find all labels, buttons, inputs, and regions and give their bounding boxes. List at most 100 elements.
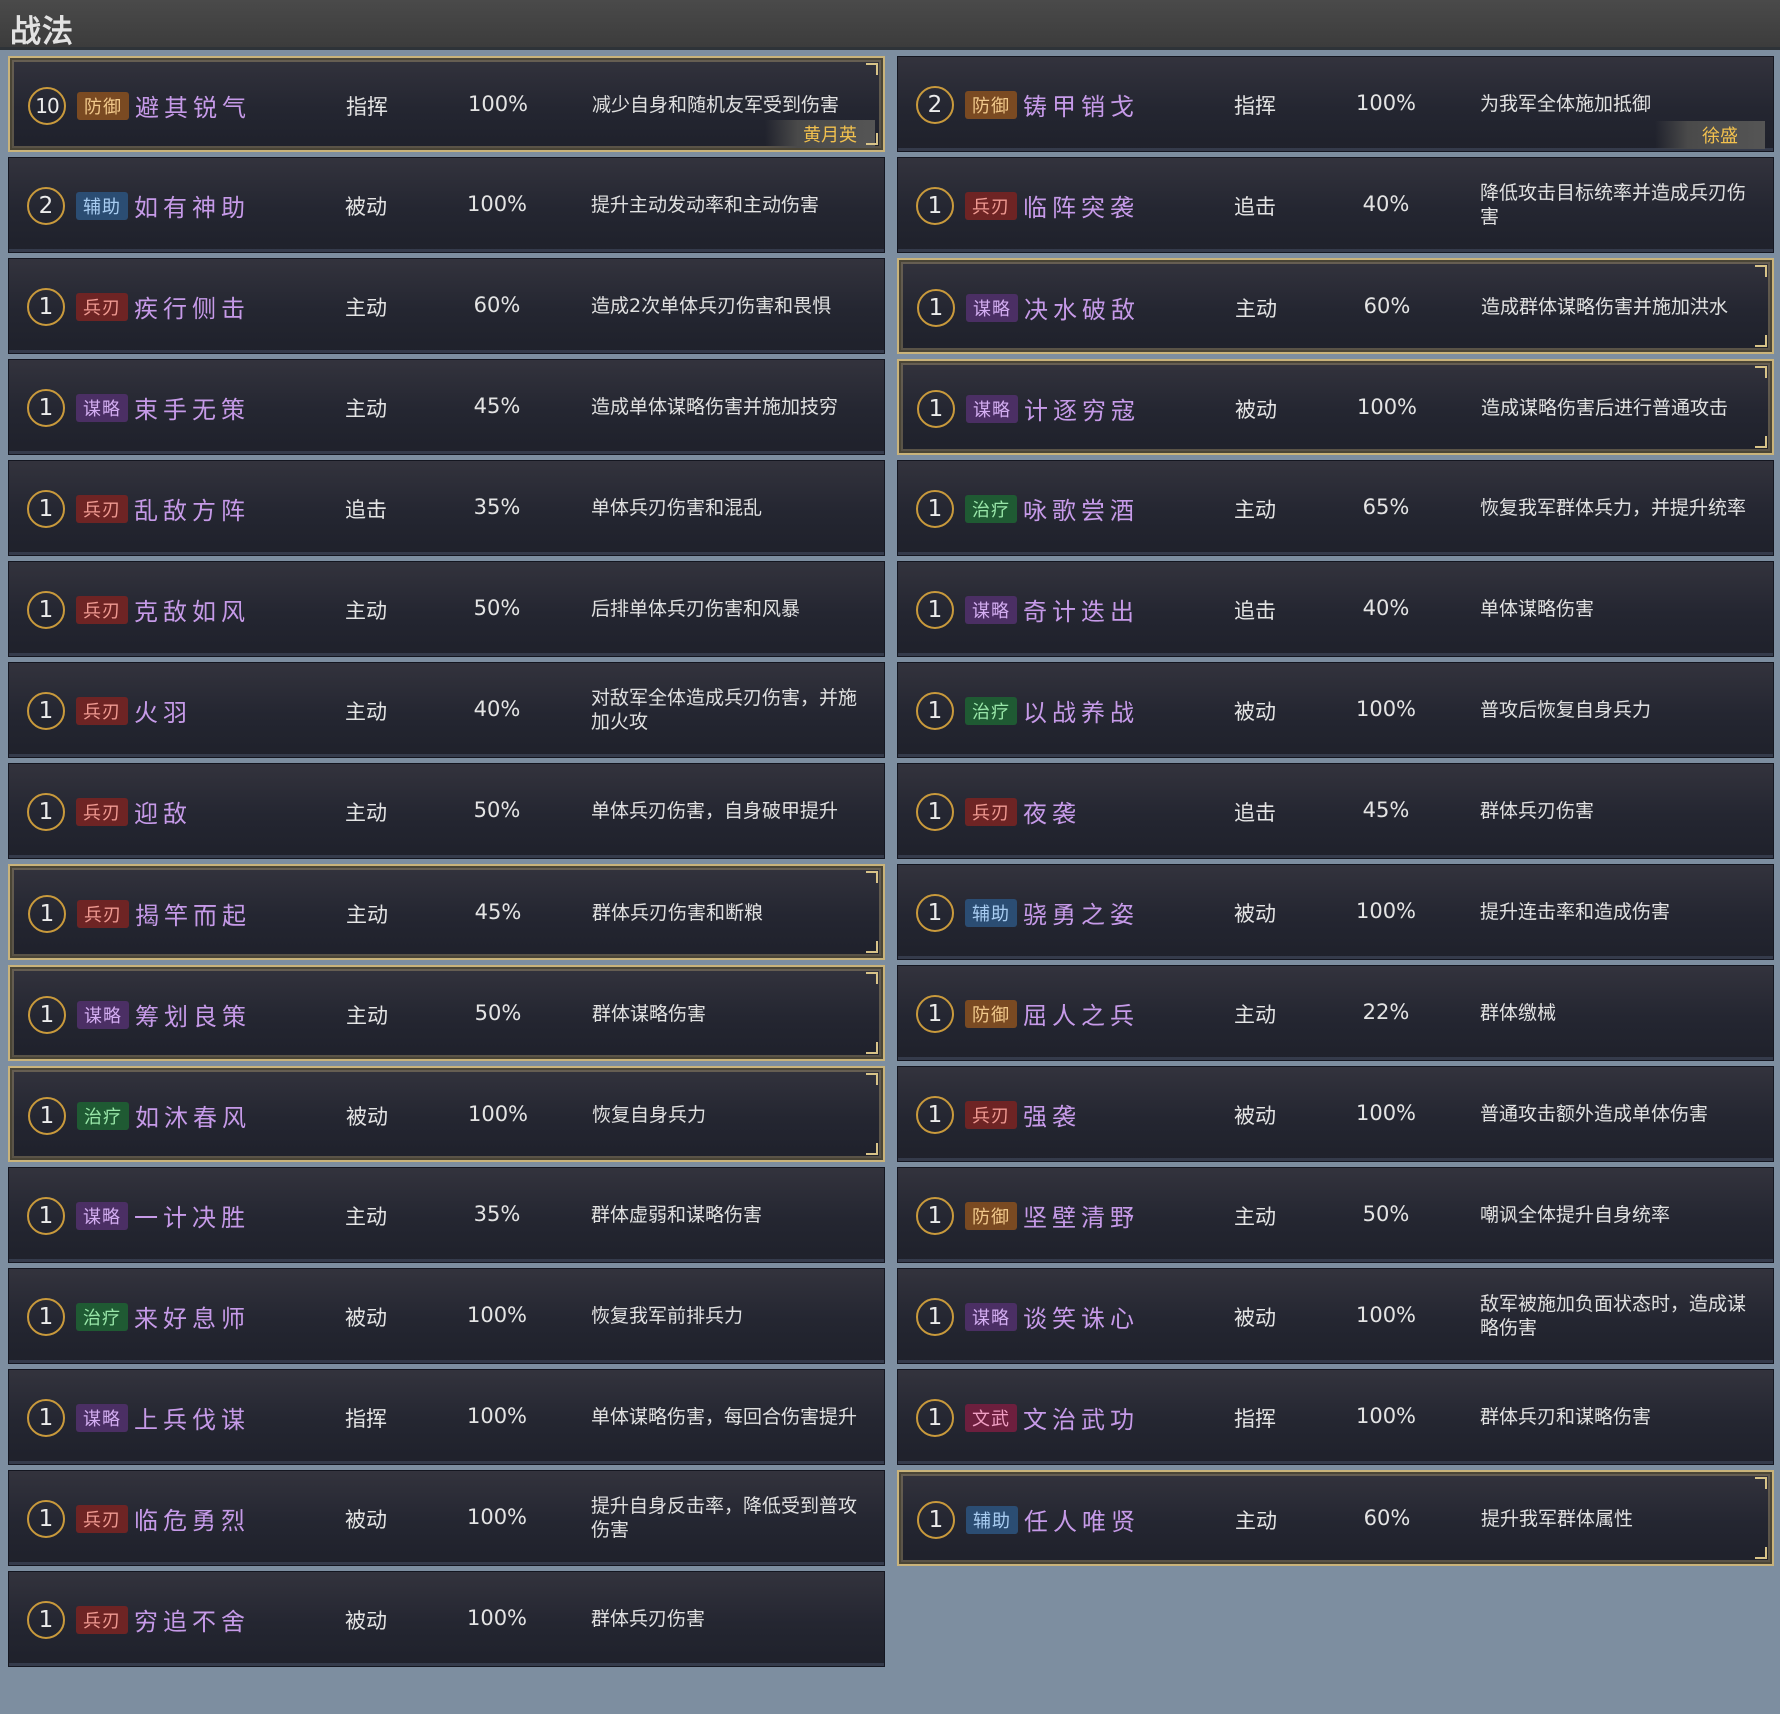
trigger-rate: 100% xyxy=(467,92,529,116)
skill-type: 被动 xyxy=(1234,700,1276,724)
skill-category-tag: 辅助 xyxy=(966,1506,1018,1534)
level-badge: 1 xyxy=(916,1197,954,1235)
trigger-rate: 40% xyxy=(473,697,521,721)
skill-name: 上兵伐谋 xyxy=(134,1406,250,1434)
skill-category-tag: 治疗 xyxy=(77,1102,129,1130)
level-badge: 1 xyxy=(916,490,954,528)
skill-row[interactable]: 1 兵刃 临危勇烈 被动 100% 提升自身反击率，降低受到普攻伤害 xyxy=(8,1470,885,1566)
skill-row[interactable]: 1 谋略 计逐穷寇 被动 100% 造成谋略伤害后进行普通攻击 xyxy=(897,359,1774,455)
skill-type: 主动 xyxy=(1235,297,1277,321)
skill-row[interactable]: 1 兵刃 克敌如风 主动 50% 后排单体兵刃伤害和风暴 xyxy=(8,561,885,657)
skill-row[interactable]: 1 辅助 骁勇之姿 被动 100% 提升连击率和造成伤害 xyxy=(897,864,1774,960)
skill-name: 避其锐气 xyxy=(135,94,251,122)
trigger-rate: 60% xyxy=(1363,1506,1411,1530)
skill-row[interactable]: 1 防御 屈人之兵 主动 22% 群体缴械 xyxy=(897,965,1774,1061)
trigger-rate: 22% xyxy=(1362,1000,1410,1024)
skill-row[interactable]: 1 谋略 决水破敌 主动 60% 造成群体谋略伤害并施加洪水 xyxy=(897,258,1774,354)
skill-description: 群体兵刃和谋略伤害 xyxy=(1480,1406,1652,1428)
level-badge: 1 xyxy=(917,289,955,327)
skill-row[interactable]: 1 兵刃 穷追不舍 被动 100% 群体兵刃伤害 xyxy=(8,1571,885,1667)
trigger-rate: 50% xyxy=(1362,1202,1410,1226)
level-badge: 1 xyxy=(917,1501,955,1539)
skill-category-tag: 谋略 xyxy=(76,1404,128,1432)
skill-type: 追击 xyxy=(1234,599,1276,623)
skill-type: 主动 xyxy=(1234,498,1276,522)
level-badge: 1 xyxy=(916,1096,954,1134)
skill-category-tag: 兵刃 xyxy=(77,900,129,928)
skill-category-tag: 谋略 xyxy=(76,1202,128,1230)
skill-row[interactable]: 1 谋略 上兵伐谋 指挥 100% 单体谋略伤害，每回合伤害提升 xyxy=(8,1369,885,1465)
skill-row[interactable]: 1 谋略 奇计迭出 追击 40% 单体谋略伤害 xyxy=(897,561,1774,657)
skill-row[interactable]: 1 兵刃 强袭 被动 100% 普通攻击额外造成单体伤害 xyxy=(897,1066,1774,1162)
skill-row[interactable]: 1 兵刃 揭竿而起 主动 45% 群体兵刃伤害和断粮 xyxy=(8,864,885,960)
skill-description: 敌军被施加负面状态时，造成谋略伤害 xyxy=(1480,1293,1747,1339)
skill-row[interactable]: 1 兵刃 临阵突袭 追击 40% 降低攻击目标统率并造成兵刃伤害 xyxy=(897,157,1774,253)
skill-row[interactable]: 1 文武 文治武功 指挥 100% 群体兵刃和谋略伤害 xyxy=(897,1369,1774,1465)
skill-description: 群体缴械 xyxy=(1480,1002,1557,1024)
skill-row[interactable]: 1 兵刃 火羽 主动 40% 对敌军全体造成兵刃伤害，并施加火攻 xyxy=(8,662,885,758)
level-badge: 1 xyxy=(916,894,954,932)
skill-category-tag: 谋略 xyxy=(965,1303,1017,1331)
skill-row[interactable]: 1 治疗 咏歌尝酒 主动 65% 恢复我军群体兵力，并提升统率 xyxy=(897,460,1774,556)
skill-name: 决水破敌 xyxy=(1024,296,1140,324)
skill-row[interactable]: 1 谋略 束手无策 主动 45% 造成单体谋略伤害并施加技穷 xyxy=(8,359,885,455)
skill-row[interactable]: 1 辅助 任人唯贤 主动 60% 提升我军群体属性 xyxy=(897,1470,1774,1566)
trigger-rate: 40% xyxy=(1362,596,1410,620)
skill-type: 被动 xyxy=(346,1105,388,1129)
skill-name: 束手无策 xyxy=(134,396,250,424)
skill-row[interactable]: 2 辅助 如有神助 被动 100% 提升主动发动率和主动伤害 xyxy=(8,157,885,253)
skill-row[interactable]: 1 治疗 以战养战 被动 100% 普攻后恢复自身兵力 xyxy=(897,662,1774,758)
skill-category-tag: 兵刃 xyxy=(76,697,128,725)
skill-name: 临危勇烈 xyxy=(134,1507,250,1535)
skill-category-tag: 防御 xyxy=(965,1000,1017,1028)
skill-category-tag: 兵刃 xyxy=(76,798,128,826)
skill-row[interactable]: 1 兵刃 疾行侧击 主动 60% 造成2次单体兵刃伤害和畏惧 xyxy=(8,258,885,354)
skill-name: 谈笑诛心 xyxy=(1023,1305,1139,1333)
trigger-rate: 50% xyxy=(474,1001,522,1025)
level-badge: 1 xyxy=(916,1399,954,1437)
skill-type: 指挥 xyxy=(345,1407,387,1431)
skill-list-right: 2 防御 铸甲销戈 指挥 100% 为我军全体施加抵御 徐盛 1 兵刃 临阵突袭 追击 40% 降低攻击… xyxy=(897,56,1774,1571)
skill-description: 造成单体谋略伤害并施加技穷 xyxy=(591,396,839,418)
skill-description: 单体谋略伤害，每回合伤害提升 xyxy=(591,1406,858,1428)
skill-row[interactable]: 1 治疗 如沐春风 被动 100% 恢复自身兵力 xyxy=(8,1066,885,1162)
level-badge: 1 xyxy=(916,692,954,730)
level-badge: 10 xyxy=(28,87,66,125)
skill-description: 提升自身反击率，降低受到普攻伤害 xyxy=(591,1495,858,1541)
skill-name: 任人唯贤 xyxy=(1024,1508,1140,1536)
skill-row[interactable]: 2 防御 铸甲销戈 指挥 100% 为我军全体施加抵御 徐盛 xyxy=(897,56,1774,152)
skill-row[interactable]: 10 防御 避其锐气 指挥 100% 减少自身和随机友军受到伤害 黄月英 xyxy=(8,56,885,152)
skill-description: 提升连击率和造成伤害 xyxy=(1480,901,1671,923)
skill-row[interactable]: 1 兵刃 乱敌方阵 追击 35% 单体兵刃伤害和混乱 xyxy=(8,460,885,556)
skill-type: 主动 xyxy=(345,599,387,623)
skill-type: 主动 xyxy=(345,397,387,421)
skill-row[interactable]: 1 谋略 一计决胜 主动 35% 群体虚弱和谋略伤害 xyxy=(8,1167,885,1263)
skill-row[interactable]: 1 治疗 来好息师 被动 100% 恢复我军前排兵力 xyxy=(8,1268,885,1364)
skill-row[interactable]: 1 谋略 筹划良策 主动 50% 群体谋略伤害 xyxy=(8,965,885,1061)
skill-category-tag: 兵刃 xyxy=(76,293,128,321)
trigger-rate: 45% xyxy=(1362,798,1410,822)
skill-description: 造成2次单体兵刃伤害和畏惧 xyxy=(591,295,832,317)
skill-category-tag: 兵刃 xyxy=(965,1101,1017,1129)
level-badge: 1 xyxy=(916,995,954,1033)
skill-type: 追击 xyxy=(1234,801,1276,825)
skill-type: 指挥 xyxy=(346,95,388,119)
level-badge: 1 xyxy=(27,1298,65,1336)
skill-row[interactable]: 1 兵刃 迎敌 主动 50% 单体兵刃伤害，自身破甲提升 xyxy=(8,763,885,859)
level-badge: 2 xyxy=(916,86,954,124)
skill-name: 疾行侧击 xyxy=(134,295,250,323)
skill-description: 对敌军全体造成兵刃伤害，并施加火攻 xyxy=(591,687,858,733)
skill-name: 临阵突袭 xyxy=(1023,194,1139,222)
skill-row[interactable]: 1 防御 坚壁清野 主动 50% 嘲讽全体提升自身统率 xyxy=(897,1167,1774,1263)
skill-row[interactable]: 1 谋略 谈笑诛心 被动 100% 敌军被施加负面状态时，造成谋略伤害 xyxy=(897,1268,1774,1364)
skill-row[interactable]: 1 兵刃 夜袭 追击 45% 群体兵刃伤害 xyxy=(897,763,1774,859)
skill-type: 被动 xyxy=(345,195,387,219)
skill-description: 提升我军群体属性 xyxy=(1481,1508,1634,1530)
skill-name: 骁勇之姿 xyxy=(1023,901,1139,929)
page-title: 战法 xyxy=(10,14,74,50)
skill-name: 以战养战 xyxy=(1023,699,1139,727)
level-badge: 1 xyxy=(27,1601,65,1639)
level-badge: 1 xyxy=(916,1298,954,1336)
skill-description: 恢复我军群体兵力，并提升统率 xyxy=(1480,497,1747,519)
trigger-rate: 100% xyxy=(1356,395,1418,419)
